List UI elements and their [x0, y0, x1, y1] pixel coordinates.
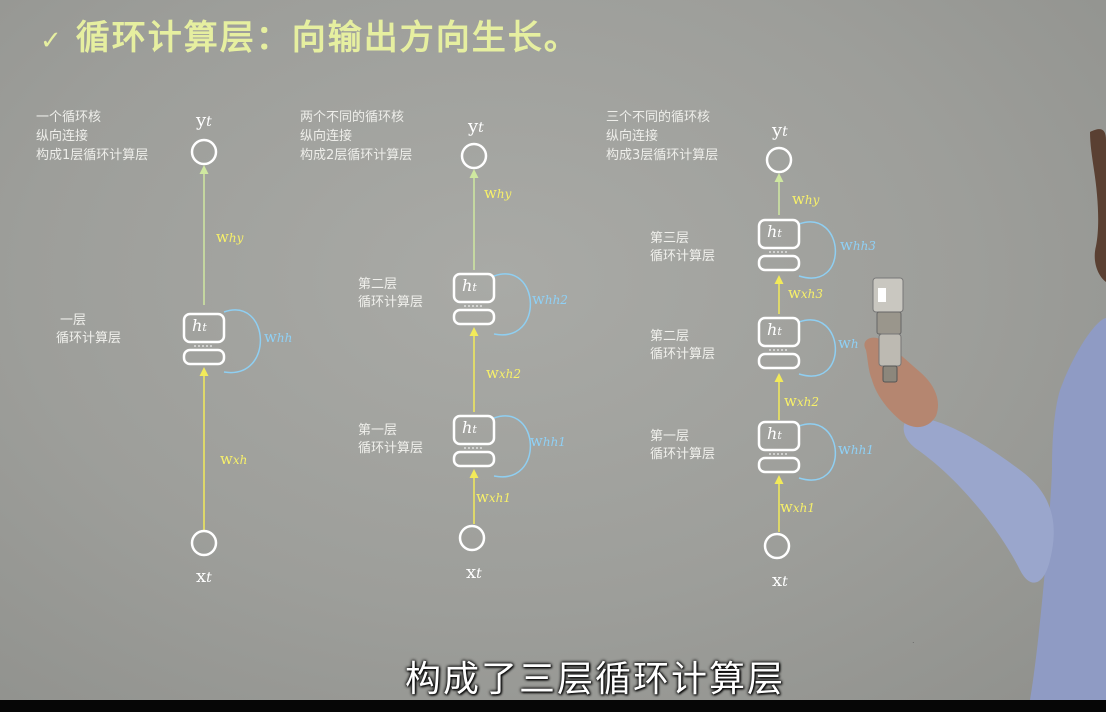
video-subtitle: 构成了三层循环计算层	[404, 659, 785, 700]
presenter-arm	[903, 418, 1054, 583]
presenter	[864, 129, 1106, 700]
video-frame: ✓ 循环计算层：向输出方向生长。 一个循环核 纵向连接 构成1层循环计算层 两个不…	[0, 0, 1106, 700]
bottom-bar	[0, 700, 1106, 712]
presenter-head	[1090, 129, 1106, 282]
page-mark: .	[912, 636, 915, 645]
